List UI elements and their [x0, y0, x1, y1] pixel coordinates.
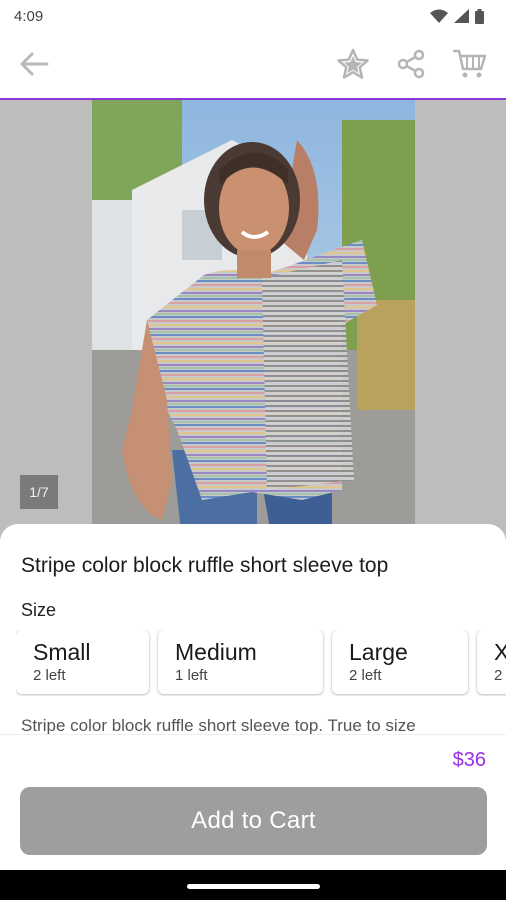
size-label: Size — [21, 600, 57, 620]
product-image-carousel[interactable]: 1/7 — [0, 100, 506, 540]
add-to-cart-button[interactable]: Add to Cart — [20, 787, 487, 855]
signal-icon — [454, 9, 469, 23]
status-time: 4:09 — [14, 7, 44, 25]
top-toolbar — [0, 32, 506, 100]
product-price: $36 — [452, 749, 486, 771]
size-name: Large — [349, 639, 408, 665]
size-name: Medium — [175, 639, 257, 665]
size-name: Small — [33, 639, 91, 665]
status-icons — [430, 8, 484, 24]
home-indicator[interactable] — [187, 884, 320, 889]
size-stock: 1 left — [175, 667, 208, 684]
arrow-left-icon — [20, 52, 49, 76]
favorite-button[interactable] — [333, 44, 373, 84]
size-options: Small 2 left Medium 1 left Large 2 left … — [16, 630, 506, 696]
size-stock: 2 left — [33, 667, 66, 684]
product-title: Stripe color block ruffle short sleeve t… — [21, 554, 389, 577]
system-nav-bar — [0, 870, 506, 900]
product-description: Stripe color block ruffle short sleeve t… — [21, 716, 416, 735]
share-icon — [397, 49, 425, 79]
size-option-x[interactable]: X 2 — [477, 630, 506, 694]
wifi-icon — [430, 9, 448, 23]
status-bar: 4:09 — [0, 0, 506, 32]
share-button[interactable] — [391, 44, 431, 84]
size-option-medium[interactable]: Medium 1 left — [158, 630, 323, 694]
cart-button[interactable] — [450, 44, 490, 84]
size-name: X — [494, 639, 506, 665]
back-button[interactable] — [14, 44, 54, 84]
battery-icon — [475, 8, 484, 24]
cart-icon — [453, 49, 487, 78]
image-counter: 1/7 — [20, 475, 58, 509]
purchase-footer: $36 Add to Cart — [0, 734, 506, 871]
size-stock: 2 left — [349, 667, 382, 684]
size-option-large[interactable]: Large 2 left — [332, 630, 468, 694]
size-stock: 2 — [494, 667, 503, 684]
product-photo — [92, 100, 415, 540]
size-option-small[interactable]: Small 2 left — [16, 630, 149, 694]
star-icon — [337, 48, 369, 79]
